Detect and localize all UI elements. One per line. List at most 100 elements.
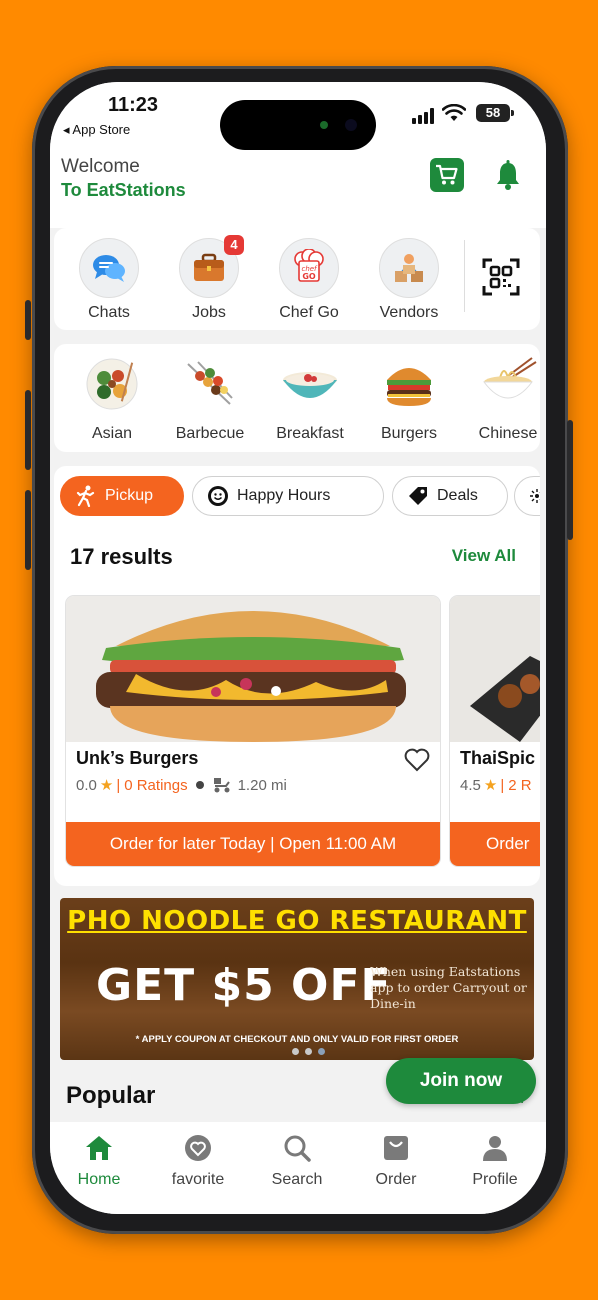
category-breakfast[interactable]: Breakfast — [260, 354, 360, 443]
filter-pickup[interactable]: Pickup — [60, 476, 184, 516]
welcome-text: Welcome — [61, 156, 140, 177]
power-button — [567, 420, 573, 540]
jobs-icon-circle: 4 — [179, 235, 244, 298]
filter-label: Happy Hours — [237, 487, 331, 504]
back-app-label: App Store — [72, 122, 131, 137]
carousel-dot[interactable] — [305, 1048, 312, 1055]
noodle-bowl-icon — [482, 357, 537, 399]
restaurant-meta: 0.0 ★ | 0 Ratings 1.20 mi — [76, 776, 287, 795]
chats-label: Chats — [88, 304, 130, 321]
svg-text:GO: GO — [302, 272, 316, 281]
category-label: Asian — [91, 425, 133, 442]
quick-actions-card: Chats 4 Jobs chef GO Chef Go Vendors — [54, 228, 540, 330]
search-icon — [284, 1135, 311, 1162]
quick-action-jobs[interactable]: 4 Jobs — [164, 235, 254, 322]
order-later-button[interactable]: Order for later Today | Open 11:00 AM — [66, 822, 440, 866]
category-barbecue[interactable]: Barbecue — [160, 354, 260, 443]
tab-search[interactable]: Search — [252, 1134, 342, 1189]
status-bar: 11:23 ◂ App Store 58 — [50, 82, 546, 152]
thai-food-photo — [450, 596, 540, 742]
category-chinese[interactable]: Chinese — [458, 354, 540, 443]
filter-deals[interactable]: Deals — [392, 476, 508, 516]
promo-offer: GET $5 OFF — [96, 960, 392, 1011]
separator: | — [116, 776, 121, 794]
vendors-icon-circle — [379, 238, 439, 298]
camera-indicator-icon — [320, 121, 328, 129]
quick-action-chats[interactable]: Chats — [64, 238, 154, 322]
rating-value: 4.5 — [460, 776, 481, 794]
categories-card: Asian Barbecue Breakfast Burgers Chinese — [54, 344, 540, 452]
back-to-app-store[interactable]: ◂ App Store — [63, 122, 130, 138]
promo-title: PHO NOODLE GO RESTAURANT — [67, 906, 527, 936]
dot-separator-icon — [195, 781, 204, 789]
notification-bell-icon[interactable] — [494, 160, 522, 192]
jobs-label: Jobs — [192, 304, 226, 321]
star-icon: ★ — [99, 777, 114, 794]
breakfast-bowl-icon — [283, 372, 337, 398]
barbecue-skewer-icon — [187, 361, 233, 405]
results-section: Pickup Happy Hours Deals 17 results View… — [54, 466, 540, 886]
popular-heading: Popular — [66, 1082, 156, 1109]
delivery-scooter-icon — [213, 778, 230, 793]
jobs-badge: 4 — [224, 235, 244, 255]
chef-go-label: Chef Go — [279, 304, 339, 321]
status-time: 11:23 — [108, 94, 159, 116]
category-burgers[interactable]: Burgers — [359, 354, 459, 443]
category-label: Barbecue — [175, 425, 245, 442]
carousel-dot[interactable] — [292, 1048, 299, 1055]
signal-icon — [412, 108, 434, 124]
restaurant-meta: 4.5 ★ | 2 R — [460, 776, 532, 795]
category-label: Chinese — [478, 425, 538, 442]
ratings-count: 2 R — [508, 776, 532, 794]
separator: | — [500, 776, 505, 794]
front-camera-icon — [345, 119, 357, 131]
cart-icon — [436, 164, 458, 185]
tab-label: Search — [271, 1171, 323, 1188]
favorite-heart-icon[interactable] — [404, 748, 430, 772]
quick-action-chef-go[interactable]: chef GO Chef Go — [264, 238, 354, 322]
bottom-tab-bar: Home favorite Search Order Profile — [50, 1122, 546, 1214]
walking-person-icon — [76, 485, 95, 507]
filter-more[interactable] — [514, 476, 540, 516]
home-icon — [86, 1136, 112, 1160]
tab-profile[interactable]: Profile — [450, 1134, 540, 1189]
burger-photo — [66, 596, 440, 742]
category-label: Breakfast — [276, 425, 344, 442]
order-button[interactable]: Order — [450, 822, 540, 866]
tab-label: Order — [375, 1171, 417, 1188]
cart-button[interactable] — [430, 158, 464, 192]
join-now-button[interactable]: Join now — [386, 1058, 536, 1104]
tab-order[interactable]: Order — [351, 1134, 441, 1189]
carousel-dot-active[interactable] — [318, 1048, 325, 1055]
carousel-dots — [292, 1048, 325, 1055]
burger-icon — [387, 368, 431, 406]
chef-hat-icon: chef GO — [294, 249, 324, 282]
app-screen: 11:23 ◂ App Store 58 Welcome To EatStati… — [50, 82, 546, 1214]
restaurant-card[interactable]: ThaiSpic 4.5 ★ | 2 R Order — [450, 596, 540, 866]
filter-happy-hours[interactable]: Happy Hours — [192, 476, 384, 516]
tab-home[interactable]: Home — [54, 1134, 144, 1189]
promo-note: * APPLY COUPON AT CHECKOUT AND ONLY VALI… — [135, 1034, 459, 1045]
promo-banner[interactable]: PHO NOODLE GO RESTAURANT GET $5 OFF When… — [60, 898, 534, 1060]
quick-action-vendors[interactable]: Vendors — [364, 238, 454, 322]
promo-subtitle: When using Eatstations app to order Carr… — [370, 964, 527, 1011]
profile-person-icon — [483, 1136, 507, 1161]
tab-favorite[interactable]: favorite — [153, 1134, 243, 1189]
restaurant-card[interactable]: Unk’s Burgers 0.0 ★ | 0 Ratings 1.20 mi … — [66, 596, 440, 866]
results-view-all-link[interactable]: View All — [452, 546, 516, 566]
category-asian[interactable]: Asian — [62, 354, 162, 443]
filter-label: Pickup — [105, 487, 154, 504]
qr-scan-icon[interactable] — [482, 258, 520, 296]
results-count: 17 results — [70, 544, 173, 569]
shopping-bag-icon — [384, 1136, 408, 1160]
dynamic-island — [220, 100, 376, 150]
category-label: Burgers — [380, 425, 438, 442]
battery-indicator: 58 — [476, 104, 514, 122]
ratings-count: 0 Ratings — [124, 776, 188, 794]
distance: 1.20 mi — [237, 776, 287, 794]
price-tag-icon — [409, 487, 427, 505]
restaurant-name: ThaiSpic — [460, 748, 536, 768]
quick-actions-divider — [464, 240, 465, 312]
restaurant-name: Unk’s Burgers — [76, 748, 199, 768]
mute-switch — [25, 300, 31, 340]
